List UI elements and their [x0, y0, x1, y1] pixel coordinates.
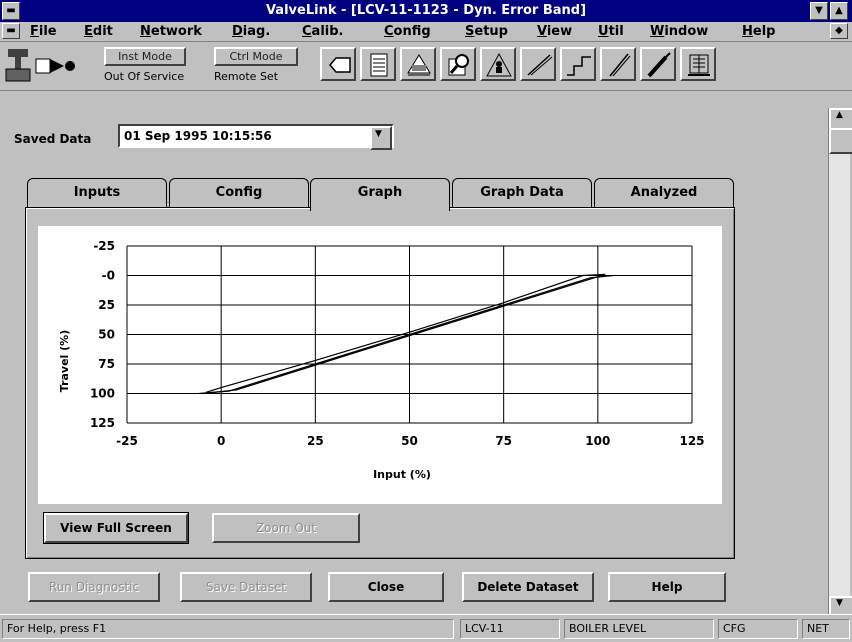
x-tick-label: 50: [401, 434, 418, 448]
y-tick-label: 125: [90, 416, 115, 430]
document-icon[interactable]: [360, 47, 396, 81]
x-axis-label: Input (%): [373, 468, 431, 481]
help-button[interactable]: Help: [608, 572, 726, 602]
maximize-icon[interactable]: ▲: [830, 2, 848, 20]
menu-window[interactable]: Window: [650, 24, 708, 39]
menu-calib[interactable]: Calib.: [302, 24, 343, 39]
x-tick-label: 125: [679, 434, 704, 448]
menu-config[interactable]: Config: [384, 24, 431, 39]
menu-help[interactable]: Help: [742, 24, 775, 39]
pen-icon[interactable]: [640, 47, 676, 81]
y-axis-label: Travel (%): [58, 330, 71, 392]
graph-area: -25 0 25 50 75 100 125 -25 -0 25 50 75 100 125 Input …: [38, 226, 722, 504]
zoom-out-button[interactable]: Zoom Out: [212, 513, 360, 543]
status-help-text: For Help, press F1: [2, 619, 454, 639]
tab-analyzed[interactable]: Analyzed: [594, 178, 734, 208]
window-title: ValveLink - [LCV-11-1123 - Dyn. Error Ba…: [265, 3, 587, 18]
x-tick-label: 25: [307, 434, 324, 448]
tab-config[interactable]: Config: [169, 178, 309, 208]
delete-dataset-button[interactable]: Delete Dataset: [462, 572, 594, 602]
station-icon[interactable]: [680, 47, 716, 81]
menu-setup[interactable]: Setup: [465, 24, 508, 39]
status-bar: For Help, press F1 LCV-11 BOILER LEVEL C…: [0, 614, 852, 642]
step-icon[interactable]: [560, 47, 596, 81]
toolbar: Inst Mode Out Of Service Ctrl Mode Remot…: [0, 43, 852, 91]
network-icon[interactable]: [400, 47, 436, 81]
y-tick-label: -25: [93, 239, 115, 253]
save-dataset-button[interactable]: Save Dataset: [180, 572, 312, 602]
ramp-icon[interactable]: [520, 47, 556, 81]
menu-bar: ▬ File Edit Network Diag. Calib. Config …: [0, 22, 852, 42]
y-tick-label: 75: [98, 357, 115, 371]
menu-file[interactable]: File: [30, 24, 57, 39]
menu-util[interactable]: Util: [598, 24, 624, 39]
tab-graph-data[interactable]: Graph Data: [452, 178, 592, 208]
y-tick-label: -0: [102, 269, 115, 283]
menu-diag[interactable]: Diag.: [232, 24, 270, 39]
valve-actuator-icon: [5, 49, 75, 82]
y-tick-label: 25: [98, 298, 115, 312]
status-mode: CFG: [718, 619, 798, 639]
close-button[interactable]: Close: [328, 572, 444, 602]
saved-data-value: 01 Sep 1995 10:15:56: [124, 129, 272, 143]
minimize-icon[interactable]: ▼: [810, 2, 828, 20]
y-tick-label: 100: [90, 387, 115, 401]
tab-graph[interactable]: Graph: [310, 178, 450, 211]
x-tick-label: 0: [217, 434, 225, 448]
ctrl-mode-button[interactable]: Ctrl Mode: [214, 47, 298, 66]
view-full-screen-button[interactable]: View Full Screen: [43, 512, 189, 544]
menu-edit[interactable]: Edit: [84, 24, 113, 39]
run-diagnostic-button[interactable]: Run Diagnostic: [28, 572, 160, 602]
x-tick-label: -25: [116, 434, 138, 448]
tag-icon[interactable]: [320, 47, 356, 81]
vertical-scrollbar[interactable]: ▲ ▼: [828, 108, 852, 618]
tab-inputs[interactable]: Inputs: [27, 178, 167, 208]
title-bar: ▬ ValveLink - [LCV-11-1123 - Dyn. Error …: [0, 0, 852, 22]
status-description: BOILER LEVEL: [564, 619, 714, 639]
diagnostic-search-icon[interactable]: [440, 47, 476, 81]
menu-view[interactable]: View: [537, 24, 572, 39]
status-tag: LCV-11: [460, 619, 560, 639]
saved-data-dropdown[interactable]: 01 Sep 1995 10:15:56 ▼: [118, 124, 394, 150]
ctrl-mode-status: Remote Set: [214, 70, 279, 83]
dyn-error-band-icon[interactable]: [600, 47, 636, 81]
scroll-up-icon[interactable]: ▲: [829, 108, 852, 130]
dropdown-arrow-icon[interactable]: ▼: [370, 126, 392, 150]
document-menu-icon[interactable]: ▬: [2, 23, 20, 39]
x-tick-label: 100: [585, 434, 610, 448]
inst-mode-button[interactable]: Inst Mode: [104, 47, 186, 66]
warning-person-icon[interactable]: [480, 47, 516, 81]
y-tick-label: 50: [98, 328, 115, 342]
x-tick-label: 75: [495, 434, 512, 448]
error-band-chart: -25 0 25 50 75 100 125-25-0255075100125 Input …: [58, 239, 705, 481]
restore-icon[interactable]: ◆: [830, 23, 848, 39]
scroll-thumb[interactable]: [829, 128, 852, 154]
saved-data-label: Saved Data: [14, 132, 92, 146]
inst-mode-status: Out Of Service: [104, 70, 185, 83]
menu-network[interactable]: Network: [140, 24, 202, 39]
status-net: NET: [802, 619, 850, 639]
